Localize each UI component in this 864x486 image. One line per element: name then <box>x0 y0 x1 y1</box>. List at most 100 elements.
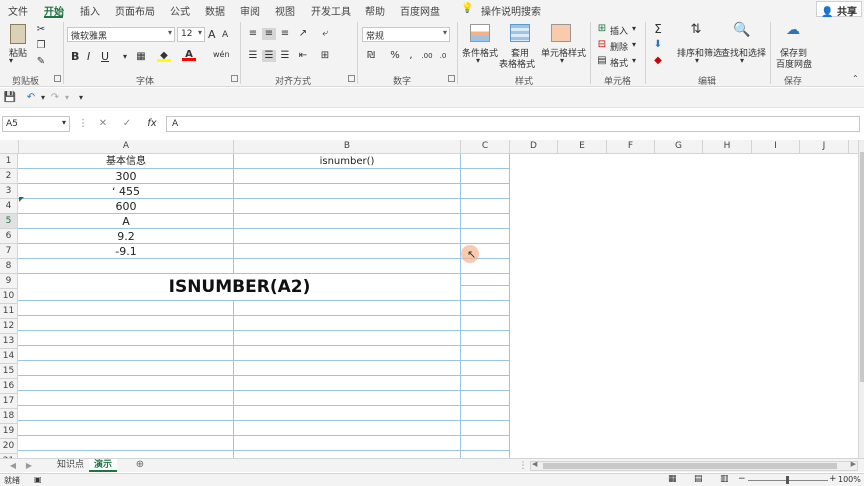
orientation-icon[interactable]: ↗ <box>296 28 310 40</box>
tab-view[interactable]: 视图 <box>275 3 295 18</box>
underline-button[interactable]: U <box>101 50 109 63</box>
italic-button[interactable]: I <box>87 50 90 63</box>
formula-input[interactable]: A <box>166 116 860 132</box>
shrink-font-button[interactable]: A <box>222 30 228 40</box>
horizontal-scrollbar-thumb[interactable] <box>543 463 837 469</box>
chevron-down-icon[interactable]: ▾ <box>740 56 744 65</box>
column-header-f[interactable]: F <box>607 140 655 154</box>
font-color-icon[interactable]: A <box>182 49 196 61</box>
cell-b1[interactable]: isnumber() <box>234 154 460 169</box>
column-header-j[interactable]: J <box>800 140 849 154</box>
tab-formulas[interactable]: 公式 <box>170 3 190 18</box>
tab-data[interactable]: 数据 <box>205 3 225 18</box>
clipboard-launcher-icon[interactable] <box>54 75 61 82</box>
row-header[interactable]: 17 <box>0 394 18 409</box>
sort-filter-icon[interactable]: ⇅ <box>686 23 706 44</box>
page-break-view-icon[interactable]: ▥ <box>720 474 729 484</box>
accounting-format-icon[interactable]: ₪ <box>364 50 378 62</box>
vertical-scrollbar-thumb[interactable] <box>860 152 864 382</box>
tab-file[interactable]: 文件 <box>8 3 28 18</box>
row-header[interactable]: 18 <box>0 409 18 424</box>
tab-help[interactable]: 帮助 <box>365 3 385 18</box>
collapse-ribbon-icon[interactable]: ⌃ <box>852 74 859 83</box>
clear-icon[interactable]: ◆ <box>651 55 665 67</box>
row-header[interactable]: 1 <box>0 154 18 169</box>
row-header[interactable]: 5 <box>0 214 18 229</box>
copy-icon[interactable]: ❐ <box>34 40 48 52</box>
insert-cells-icon[interactable]: ⊞ <box>595 23 609 35</box>
wrap-text-icon[interactable]: ⤶ <box>318 28 332 40</box>
column-header-k[interactable] <box>849 140 858 154</box>
tab-page-layout[interactable]: 页面布局 <box>115 3 155 18</box>
conditional-format-icon[interactable] <box>470 24 490 42</box>
cell-a4[interactable]: 600 <box>19 199 233 214</box>
sheet-tab-active[interactable]: 演示 <box>89 459 118 472</box>
split-handle-icon[interactable]: ⋮ <box>516 460 530 472</box>
sheet-tab[interactable]: 知识点 <box>52 459 89 472</box>
zoom-level[interactable]: 100% <box>838 475 861 484</box>
chevron-down-icon[interactable]: ▾ <box>632 40 636 49</box>
cell-a1[interactable]: 基本信息 <box>19 154 233 169</box>
number-format-combo[interactable]: 常规 ▾ <box>362 27 450 42</box>
column-header-i[interactable]: I <box>752 140 800 154</box>
comma-style-icon[interactable]: , <box>404 50 418 62</box>
format-as-table-button-line2[interactable]: 表格格式 <box>499 57 535 70</box>
chevron-down-icon[interactable]: ▾ <box>695 56 699 65</box>
row-header[interactable]: 9 <box>0 274 18 289</box>
bold-button[interactable]: B <box>71 50 79 63</box>
fill-icon[interactable]: ⬇ <box>651 39 665 51</box>
chevron-down-icon[interactable]: ▾ <box>560 56 564 65</box>
row-header[interactable]: 20 <box>0 439 18 454</box>
zoom-in-icon[interactable]: + <box>829 474 837 484</box>
format-cells-icon[interactable]: ▤ <box>595 55 609 67</box>
paste-dropdown-icon[interactable]: ▾ <box>9 56 13 65</box>
format-as-table-icon[interactable] <box>510 24 530 42</box>
row-header[interactable]: 12 <box>0 319 18 334</box>
row-header[interactable]: 10 <box>0 289 18 304</box>
redo-dropdown-icon[interactable]: ▾ <box>60 92 74 104</box>
row-header[interactable]: 14 <box>0 349 18 364</box>
phonetic-button[interactable]: wén <box>213 50 230 59</box>
row-header[interactable]: 3 <box>0 184 18 199</box>
font-name-combo[interactable]: 微软雅黑 ▾ <box>67 27 175 42</box>
cancel-icon[interactable]: ✕ <box>96 118 110 130</box>
column-header-d[interactable]: D <box>510 140 558 154</box>
cut-icon[interactable]: ✂ <box>34 24 48 36</box>
spreadsheet-grid[interactable]: A B C D E F G H I J 1 2 3 4 5 6 7 8 9 10… <box>0 140 858 458</box>
autosum-icon[interactable]: Σ <box>651 23 665 35</box>
row-header[interactable]: 4 <box>0 199 18 214</box>
indent-icon[interactable]: ⇤ <box>296 50 310 62</box>
align-top-icon[interactable]: ≡ <box>246 28 260 40</box>
horizontal-scrollbar[interactable]: ◀ ▶ <box>530 460 858 471</box>
tab-review[interactable]: 审阅 <box>240 3 260 18</box>
cell-a2[interactable]: 300 <box>19 169 233 184</box>
row-header[interactable]: 2 <box>0 169 18 184</box>
tab-insert[interactable]: 插入 <box>80 3 100 18</box>
zoom-slider-thumb[interactable] <box>786 476 789 484</box>
save-baidu-button-line2[interactable]: 百度网盘 <box>776 57 812 70</box>
zoom-out-icon[interactable]: − <box>738 474 746 484</box>
font-launcher-icon[interactable] <box>231 75 238 82</box>
cell-a6[interactable]: 9.2 <box>19 229 233 244</box>
increase-decimal-icon[interactable]: .00 <box>420 50 434 62</box>
row-header[interactable]: 13 <box>0 334 18 349</box>
row-header[interactable]: 16 <box>0 379 18 394</box>
enter-icon[interactable]: ✓ <box>120 118 134 130</box>
format-cells-button[interactable]: 格式 <box>610 56 628 69</box>
percent-icon[interactable]: % <box>388 50 402 62</box>
row-header[interactable]: 8 <box>0 259 18 274</box>
font-size-combo[interactable]: 12 ▾ <box>177 27 205 42</box>
scroll-right-arrow-icon[interactable]: ▶ <box>851 460 856 468</box>
name-box[interactable]: A5 ▾ <box>2 116 70 132</box>
delete-cells-icon[interactable]: ⊟ <box>595 39 609 51</box>
decrease-decimal-icon[interactable]: .0 <box>436 50 450 62</box>
grow-font-button[interactable]: A <box>208 28 216 41</box>
row-header[interactable]: 6 <box>0 229 18 244</box>
borders-icon[interactable]: ▦ <box>134 51 148 63</box>
select-all-corner[interactable] <box>0 140 19 154</box>
chevron-down-icon[interactable]: ▾ <box>632 56 636 65</box>
scroll-left-arrow-icon[interactable]: ◀ <box>532 460 537 468</box>
baidu-cloud-icon[interactable]: ☁ <box>783 23 803 44</box>
align-middle-icon[interactable]: ≡ <box>262 28 276 40</box>
chevron-down-icon[interactable]: ▾ <box>632 24 636 33</box>
